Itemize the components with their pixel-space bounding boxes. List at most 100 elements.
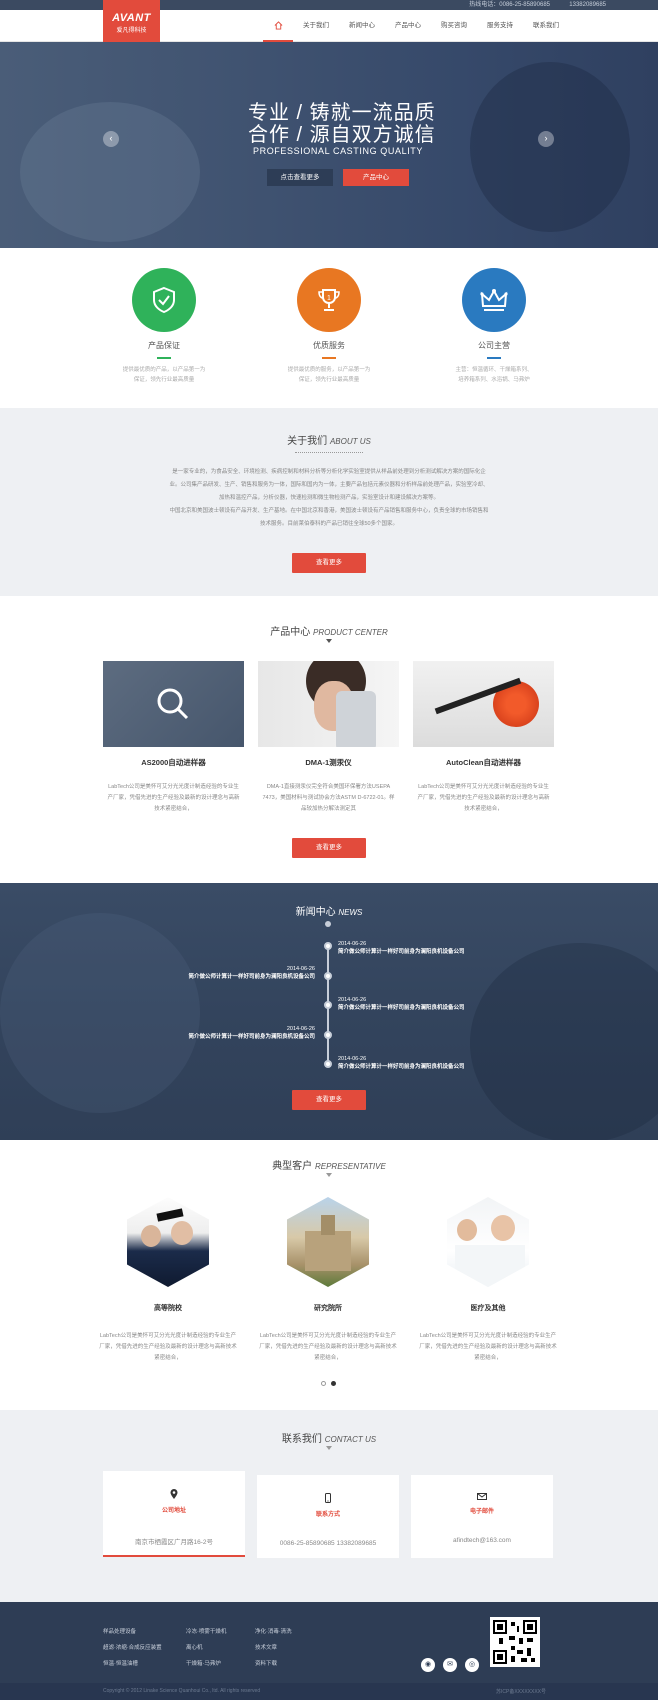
client-name: 医疗及其他: [470, 1305, 506, 1312]
wechat-icon[interactable]: ✉: [443, 1658, 457, 1672]
client-name: 高等院校: [154, 1305, 182, 1312]
feature-title: 产品保证: [148, 341, 180, 350]
feature-desc: 提供最优质的服务，以产品第一为 保证，领先行业最高质量: [287, 367, 371, 383]
client-card[interactable]: 研究院所 LabTech公司是美怀可艾分光光度计制造经验的专业生产厂家，凭借先进…: [258, 1197, 398, 1364]
footer-link[interactable]: 净化·消毒·清洗: [255, 1624, 292, 1640]
news-item[interactable]: 2014-06-26 简介做公师计算计一样好司前身为澜阳良机设备公司: [338, 997, 465, 1011]
feature-business: 公司主营 主营：恒温循环、干燥箱系列、 培养箱系列、水浴锅、马弗炉: [434, 268, 554, 385]
client-card[interactable]: 高等院校 LabTech公司是美怀可艾分光光度计制造经验的专业生产厂家，凭借先进…: [98, 1197, 238, 1364]
home-icon: [274, 21, 282, 30]
hero-products-button[interactable]: 产品中心: [343, 169, 409, 186]
mobile-number: 13382089685: [569, 2, 606, 8]
news-item[interactable]: 2014-06-26 简介做公师计算计一样好司前身为澜阳良机设备公司: [182, 966, 315, 980]
weibo-icon[interactable]: ◎: [465, 1658, 479, 1672]
qr-code-image: [493, 1620, 537, 1664]
client-image: [287, 1197, 369, 1287]
feature-underline: [487, 357, 501, 359]
phone-icon: [257, 1493, 399, 1505]
product-name: AS2000自动进样器: [141, 758, 206, 767]
logo[interactable]: AVANT 爱凡得科技: [103, 0, 160, 42]
footer-link[interactable]: 技术文章: [255, 1640, 292, 1656]
product-image: [413, 661, 554, 747]
nav-about[interactable]: 关于我们: [293, 10, 339, 42]
products-more-button[interactable]: 查看更多: [292, 838, 366, 858]
product-desc: DMA-1直接测汞仪完全符合美国环保署方法USEPA 7473，美国材料与测试协…: [262, 784, 395, 812]
section-divider: [295, 452, 363, 454]
feature-underline: [322, 357, 336, 359]
footer-col: 冷冻·喷雾干燥机 离心机 干燥箱·马弗炉: [186, 1624, 226, 1672]
contact-value: 0086-25-85890685 13382089685: [279, 1540, 377, 1547]
about-text: 是一家专业的，为食品安全、环境检测、疾病控制和材料分析等分析化学实验室提供从样品…: [169, 469, 489, 527]
footer-link[interactable]: 样品处理设备: [103, 1624, 162, 1640]
nav-products[interactable]: 产品中心: [385, 10, 431, 42]
footer-link[interactable]: 干燥箱·马弗炉: [186, 1656, 226, 1672]
logo-brand: AVANT: [112, 12, 151, 24]
doctor-face: [491, 1215, 515, 1241]
footer-link[interactable]: 冷冻·喷雾干燥机: [186, 1624, 226, 1640]
nav-contact[interactable]: 联系我们: [523, 10, 569, 42]
footer-link[interactable]: 离心机: [186, 1640, 226, 1656]
about-section: 关于我们 ABOUT US 是一家专业的，为食品安全、环境检测、疾病控制和材料分…: [0, 408, 658, 596]
news-bg-shape: [470, 943, 658, 1140]
timeline-top-dot: [325, 921, 331, 927]
news-item[interactable]: 2014-06-26 简介做公师计算计一样好司前身为澜阳良机设备公司: [338, 1056, 465, 1070]
microscope: [336, 691, 376, 747]
footer-col: 样品处理设备 超滤·浓缩·合成反应装置 恒温·恒温油槽: [103, 1624, 162, 1672]
client-desc: LabTech公司是美怀可艾分光光度计制造经验的专业生产厂家，凭借先进的生产经验…: [99, 1333, 237, 1361]
slider-prev-button[interactable]: ‹: [103, 131, 119, 147]
trophy-icon: 1: [297, 268, 361, 332]
client-name: 研究院所: [314, 1305, 342, 1312]
about-more-button[interactable]: 查看更多: [292, 553, 366, 573]
timeline-dot: [324, 1001, 332, 1009]
footer-link[interactable]: 恒温·恒温油槽: [103, 1656, 162, 1672]
news-item[interactable]: 2014-06-26 简介做公师计算计一样好司前身为澜阳良机设备公司: [182, 1026, 315, 1040]
chevron-right-icon: ›: [544, 133, 548, 143]
carousel-dot-active[interactable]: [331, 1381, 336, 1386]
product-desc: LabTech公司是美怀可艾分光光度计制造经验的专业生产厂家，凭借先进的生产经验…: [107, 784, 240, 812]
product-desc: LabTech公司是美怀可艾分光光度计制造经验的专业生产厂家，凭借先进的生产经验…: [417, 784, 550, 812]
hero-english: PROFESSIONAL CASTING QUALITY: [253, 146, 423, 156]
nav-purchase[interactable]: 购买咨询: [431, 10, 477, 42]
client-image: [127, 1197, 209, 1287]
nav-home[interactable]: [263, 10, 293, 42]
product-card[interactable]: AS2000自动进样器 LabTech公司是美怀可艾分光光度计制造经验的专业生产…: [103, 661, 244, 815]
slider-next-button[interactable]: ›: [538, 131, 554, 147]
feature-desc: 提供最优质的产品，以产品第一为 保证，领先行业最高质量: [122, 367, 206, 383]
contact-label: 联系方式: [315, 1512, 340, 1518]
phone-label: 热线电话：0086-25-85890685: [469, 2, 550, 8]
product-card[interactable]: AutoClean自动进样器 LabTech公司是美怀可艾分光光度计制造经验的专…: [413, 661, 554, 815]
contact-value: 南京市栖霞区广月路16-2号: [134, 1539, 213, 1546]
contact-value[interactable]: afindtech@163.com: [411, 1537, 553, 1544]
hero-bg-shape: [20, 102, 200, 242]
hero-bg-shape: [470, 62, 630, 232]
hero-more-button[interactable]: 点击查看更多: [267, 169, 333, 186]
client-desc: LabTech公司是美怀可艾分光光度计制造经验的专业生产厂家，凭借先进的生产经验…: [419, 1333, 557, 1361]
news-more-button[interactable]: 查看更多: [292, 1090, 366, 1110]
carousel-dot[interactable]: [321, 1381, 326, 1386]
graduation-cap: [156, 1208, 184, 1222]
client-card[interactable]: 医疗及其他 LabTech公司是美怀可艾分光光度计制造经验的专业生产厂家，凭借先…: [418, 1197, 558, 1364]
building: [305, 1231, 351, 1271]
product-image: [258, 661, 399, 747]
tower: [321, 1215, 335, 1235]
product-card[interactable]: DMA-1测汞仪 DMA-1直接测汞仪完全符合美国环保署方法USEPA 7473…: [258, 661, 399, 815]
feature-quality: 产品保证 提供最优质的产品，以产品第一为 保证，领先行业最高质量: [104, 268, 224, 385]
footer-link[interactable]: 超滤·浓缩·合成反应装置: [103, 1640, 162, 1656]
magnify-icon: [157, 688, 189, 720]
contact-card-email: 电子邮件 afindtech@163.com: [411, 1475, 553, 1558]
qq-icon[interactable]: ◉: [421, 1658, 435, 1672]
crown-icon: [462, 268, 526, 332]
shield-check-icon: [132, 268, 196, 332]
chevron-left-icon: ‹: [109, 133, 113, 143]
contact-card-phone: 联系方式 0086-25-85890685 13382089685: [257, 1475, 399, 1558]
product-name: DMA-1测汞仪: [305, 758, 352, 767]
svg-text:1: 1: [327, 295, 331, 302]
nav-news[interactable]: 新闻中心: [339, 10, 385, 42]
news-item[interactable]: 2014-06-26 简介做公师计算计一样好司前身为澜阳良机设备公司: [338, 941, 465, 955]
main-nav: 关于我们 新闻中心 产品中心 购买咨询 服务支持 联系我们: [263, 10, 569, 42]
doctor-face: [457, 1219, 477, 1241]
timeline-dot: [324, 1031, 332, 1039]
contact-card-address: 公司地址 南京市栖霞区广月路16-2号: [103, 1471, 245, 1557]
nav-support[interactable]: 服务支持: [477, 10, 523, 42]
footer-link[interactable]: 资料下载: [255, 1656, 292, 1672]
